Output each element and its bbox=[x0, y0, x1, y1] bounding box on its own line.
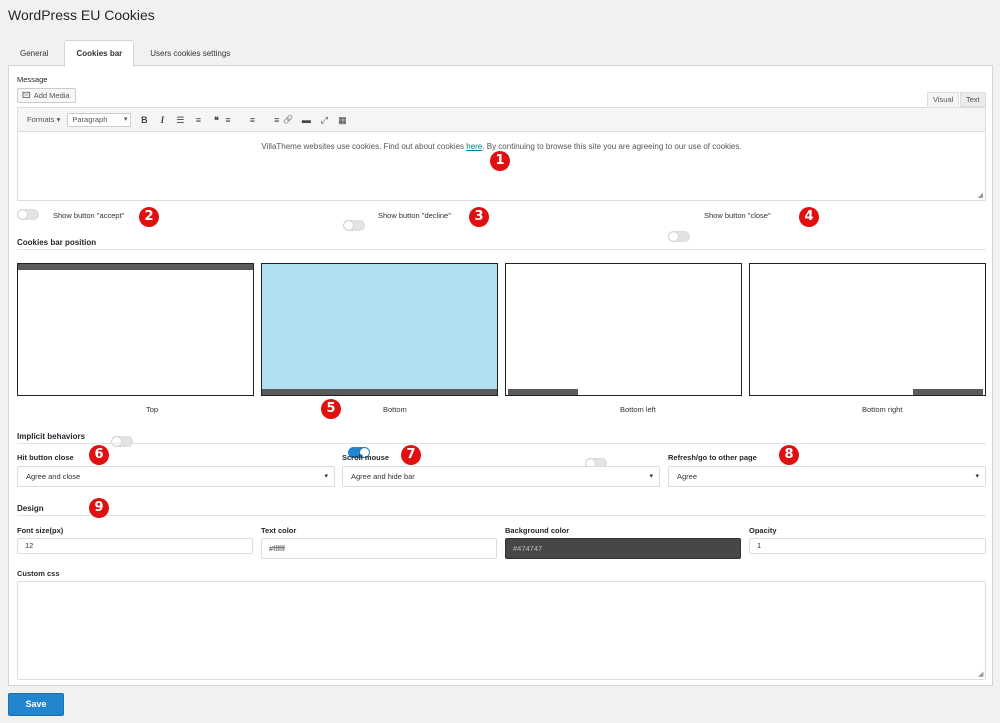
annotation-badge: 7 bbox=[401, 445, 421, 465]
resize-handle-icon[interactable]: ◢ bbox=[978, 191, 983, 199]
show-accept-label: Show button "accept" bbox=[53, 211, 125, 220]
message-label: Message bbox=[17, 75, 48, 84]
tab-bar: General Cookies bar Users cookies settin… bbox=[8, 40, 242, 67]
position-bottom-label: Bottom bbox=[383, 405, 407, 414]
position-preview-bottom-left[interactable] bbox=[505, 263, 742, 396]
caret-down-icon: ▾ bbox=[649, 473, 653, 480]
design-section-title: Design bbox=[17, 504, 44, 513]
divider bbox=[17, 443, 986, 444]
hit-button-close-label: Hit button close bbox=[17, 453, 74, 462]
tab-text[interactable]: Text bbox=[960, 92, 986, 107]
toggle-position-top[interactable] bbox=[111, 436, 133, 447]
tab-visual[interactable]: Visual bbox=[927, 92, 960, 107]
add-media-button[interactable]: 🖾 Add Media bbox=[17, 88, 76, 103]
annotation-badge: 1 bbox=[490, 151, 510, 171]
resize-handle-icon[interactable]: ◢ bbox=[978, 670, 983, 678]
quote-icon[interactable]: ❝ bbox=[207, 111, 225, 129]
show-close-label: Show button "close" bbox=[704, 211, 771, 220]
annotation-badge: 2 bbox=[139, 207, 159, 227]
position-preview-bottom-right[interactable] bbox=[749, 263, 986, 396]
page-title: WordPress EU Cookies bbox=[8, 7, 155, 23]
position-preview-bottom[interactable] bbox=[261, 263, 498, 396]
show-decline-label: Show button "decline" bbox=[378, 211, 451, 220]
link-icon[interactable]: 🔗 bbox=[279, 111, 297, 129]
toggle-show-decline[interactable] bbox=[343, 220, 365, 231]
position-top-label: Top bbox=[146, 405, 159, 414]
caret-down-icon: ▾ bbox=[975, 473, 979, 480]
paragraph-select[interactable]: Paragraph bbox=[67, 112, 132, 127]
custom-css-label: Custom css bbox=[17, 569, 60, 578]
refresh-page-value: Agree bbox=[677, 472, 698, 481]
annotation-badge: 8 bbox=[779, 445, 799, 465]
position-bottom-left-label: Bottom left bbox=[620, 405, 656, 414]
background-color-input[interactable]: #474747 bbox=[505, 538, 741, 559]
message-text-after: . By continuing to browse this site you … bbox=[482, 142, 742, 151]
toolbar-toggle-icon[interactable]: ▦ bbox=[333, 111, 351, 129]
refresh-page-select[interactable]: Agree ▾ bbox=[668, 466, 986, 487]
message-text-before: VillaTheme websites use cookies. Find ou… bbox=[261, 142, 467, 151]
hit-button-close-value: Agree and close bbox=[26, 472, 81, 481]
divider bbox=[17, 515, 986, 516]
numbered-list-icon[interactable]: ≡ bbox=[189, 111, 207, 129]
custom-css-textarea[interactable] bbox=[17, 581, 986, 680]
tab-users-cookies-settings[interactable]: Users cookies settings bbox=[138, 40, 242, 66]
scroll-mouse-value: Agree and hide bar bbox=[351, 472, 415, 481]
background-color-label: Background color bbox=[505, 526, 570, 535]
save-button[interactable]: Save bbox=[8, 693, 64, 716]
refresh-page-label: Refresh/go to other page bbox=[668, 453, 757, 462]
read-more-icon[interactable]: ▬ bbox=[297, 111, 315, 129]
cookies-link[interactable]: here bbox=[466, 142, 482, 151]
bar-preview bbox=[508, 389, 578, 395]
bar-preview bbox=[262, 389, 497, 395]
bullet-list-icon[interactable]: ☰ bbox=[171, 111, 189, 129]
position-bottom-right-label: Bottom right bbox=[862, 405, 903, 414]
scroll-mouse-select[interactable]: Agree and hide bar ▾ bbox=[342, 466, 660, 487]
position-section-title: Cookies bar position bbox=[17, 238, 97, 247]
align-center-icon[interactable]: ≡ bbox=[243, 111, 261, 129]
toggle-show-accept[interactable] bbox=[17, 209, 39, 220]
annotation-badge: 6 bbox=[89, 445, 109, 465]
position-preview-top[interactable] bbox=[17, 263, 254, 396]
text-color-label: Text color bbox=[261, 526, 297, 535]
opacity-input[interactable]: 1 bbox=[749, 538, 986, 554]
italic-icon[interactable]: I bbox=[153, 111, 171, 129]
align-right-icon[interactable]: ≡ bbox=[261, 111, 279, 129]
annotation-badge: 9 bbox=[89, 498, 109, 518]
opacity-label: Opacity bbox=[749, 526, 777, 535]
settings-panel: Message 🖾 Add Media Visual Text Formats … bbox=[8, 65, 993, 686]
annotation-badge: 5 bbox=[321, 399, 341, 419]
tab-general[interactable]: General bbox=[8, 40, 60, 66]
toggle-show-close[interactable] bbox=[668, 231, 690, 242]
add-media-label: Add Media bbox=[33, 91, 70, 100]
annotation-badge: 4 bbox=[799, 207, 819, 227]
annotation-badge: 3 bbox=[469, 207, 489, 227]
font-size-label: Font size(px) bbox=[17, 526, 64, 535]
hit-button-close-select[interactable]: Agree and close ▾ bbox=[17, 466, 335, 487]
message-content[interactable]: VillaTheme websites use cookies. Find ou… bbox=[18, 142, 985, 151]
fullscreen-icon[interactable]: ⤢ bbox=[315, 111, 333, 129]
tab-cookies-bar[interactable]: Cookies bar bbox=[64, 40, 135, 67]
align-left-icon[interactable]: ≡ bbox=[225, 111, 243, 129]
font-size-input[interactable]: 12 bbox=[17, 538, 253, 554]
editor-toolbar: Formats ▾ Paragraph B I ☰ ≡ ❝ ≡ ≡ ≡ 🔗 ▬ … bbox=[18, 108, 985, 132]
scroll-mouse-label: Scroll mouse bbox=[342, 453, 390, 462]
text-color-input[interactable]: #ffffff bbox=[261, 538, 497, 559]
bar-preview bbox=[18, 264, 253, 270]
bar-preview bbox=[913, 389, 983, 395]
divider bbox=[17, 249, 986, 250]
media-icon: 🖾 bbox=[22, 91, 31, 100]
caret-down-icon: ▾ bbox=[324, 473, 328, 480]
bold-icon[interactable]: B bbox=[135, 111, 153, 129]
implicit-section-title: Implicit behaviors bbox=[17, 432, 86, 441]
formats-menu[interactable]: Formats ▾ bbox=[24, 115, 63, 124]
